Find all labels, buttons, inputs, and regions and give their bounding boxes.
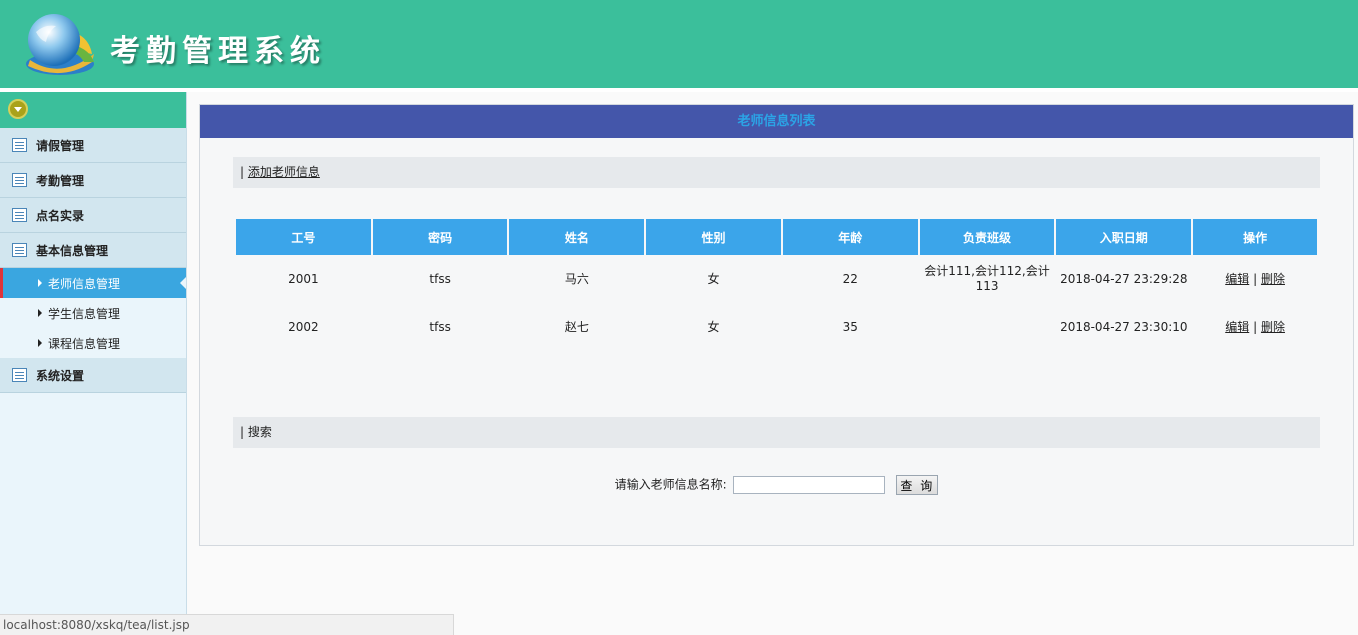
action-separator: | [1253, 271, 1258, 286]
cell-name: 马六 [564, 271, 589, 286]
cell-classes: 会计111,会计112,会计113 [924, 264, 1050, 293]
search-label: 请输入老师信息名称: [614, 477, 727, 492]
col-header-password: 密码 [372, 219, 508, 255]
col-header-id: 工号 [236, 219, 371, 255]
teacher-table: 工号 密码 姓名 性别 年龄 负责班级 入职日期 操作 2001 tfss 马六… [234, 219, 1319, 351]
header-divider [0, 88, 1358, 92]
sidebar-subitem-teacher[interactable]: 老师信息管理 [0, 268, 186, 298]
list-icon [12, 138, 27, 152]
col-header-date: 入职日期 [1056, 219, 1192, 255]
list-icon [12, 173, 27, 187]
sidebar-item-label: 点名实录 [36, 208, 85, 223]
search-bar-label: 搜索 [247, 425, 272, 439]
cell-actions: 编辑 | 删除 [1193, 255, 1317, 303]
app-title: 考勤管理系统 [110, 34, 326, 69]
col-header-age: 年龄 [782, 219, 918, 255]
edit-link[interactable]: 编辑 [1225, 272, 1249, 286]
panel-title: 老师信息列表 [200, 105, 1353, 138]
col-header-actions: 操作 [1193, 219, 1317, 255]
search-bar: | 搜索 [233, 417, 1320, 448]
caret-right-icon [38, 339, 42, 347]
col-header-gender: 性别 [646, 219, 781, 255]
caret-right-icon [38, 309, 42, 317]
sidebar-item-leave[interactable]: 请假管理 [0, 128, 186, 163]
col-header-classes: 负责班级 [919, 219, 1055, 255]
sidebar-item-settings[interactable]: 系统设置 [0, 358, 186, 393]
sidebar-subitem-course[interactable]: 课程信息管理 [0, 328, 186, 358]
cell-age: 35 [842, 319, 858, 334]
delete-link[interactable]: 删除 [1261, 272, 1285, 286]
sidebar-item-label: 系统设置 [36, 368, 85, 383]
sidebar-subitem-label: 老师信息管理 [48, 276, 121, 291]
cell-password: tfss [429, 271, 451, 286]
search-input[interactable] [732, 476, 885, 494]
cell-date: 2018-04-27 23:30:10 [1060, 319, 1188, 334]
sidebar-top [0, 92, 186, 128]
collapse-toggle-icon[interactable] [8, 99, 28, 119]
add-bar: | 添加老师信息 [233, 157, 1320, 188]
cell-classes [920, 303, 1055, 351]
bar-separator: | [240, 425, 245, 439]
sidebar: 请假管理 考勤管理 点名实录 基本信息管理 老师信息管理 学生信息管理 课程信息… [0, 92, 187, 635]
sidebar-item-label: 考勤管理 [36, 173, 85, 188]
add-teacher-link[interactable]: 添加老师信息 [248, 165, 320, 179]
table-row: 2001 tfss 马六 女 22 会计111,会计112,会计113 2018… [236, 255, 1317, 303]
cell-password: tfss [429, 319, 451, 334]
sidebar-subitem-student[interactable]: 学生信息管理 [0, 298, 186, 328]
cell-id: 2001 [288, 271, 319, 286]
cell-date: 2018-04-27 23:29:28 [1060, 271, 1188, 286]
sidebar-item-label: 基本信息管理 [36, 243, 109, 258]
delete-link[interactable]: 删除 [1261, 320, 1285, 334]
teacher-list-panel: 老师信息列表 | 添加老师信息 工号 密码 姓名 性别 年龄 负责班级 入职日期… [199, 104, 1354, 546]
table-row: 2002 tfss 赵七 女 35 2018-04-27 23:30:10 编辑… [236, 303, 1317, 351]
browser-status-bar: localhost:8080/xskq/tea/list.jsp [0, 614, 454, 635]
cell-id: 2002 [288, 319, 319, 334]
table-header-row: 工号 密码 姓名 性别 年龄 负责班级 入职日期 操作 [236, 219, 1317, 255]
cell-gender: 女 [707, 319, 720, 334]
list-icon [12, 208, 27, 222]
col-header-name: 姓名 [509, 219, 645, 255]
cell-name: 赵七 [564, 319, 589, 334]
caret-right-icon [38, 279, 42, 287]
sidebar-item-label: 请假管理 [36, 138, 85, 153]
sidebar-subitem-label: 学生信息管理 [48, 306, 121, 321]
cell-age: 22 [842, 271, 858, 286]
action-separator: | [1253, 319, 1258, 334]
sidebar-subitem-label: 课程信息管理 [48, 336, 121, 351]
list-icon [12, 368, 27, 382]
search-row: 请输入老师信息名称: 查 询 [200, 475, 1353, 495]
sidebar-item-attendance[interactable]: 考勤管理 [0, 163, 186, 198]
list-icon [12, 243, 27, 257]
sidebar-item-rollcall[interactable]: 点名实录 [0, 198, 186, 233]
app-header: 考勤管理系统 [0, 0, 1358, 88]
edit-link[interactable]: 编辑 [1225, 320, 1249, 334]
globe-logo-icon [26, 14, 94, 75]
cell-gender: 女 [707, 271, 720, 286]
bar-separator: | [240, 165, 245, 179]
cell-actions: 编辑 | 删除 [1193, 303, 1317, 351]
sidebar-item-basic-info[interactable]: 基本信息管理 [0, 233, 186, 268]
query-button[interactable]: 查 询 [896, 475, 939, 495]
